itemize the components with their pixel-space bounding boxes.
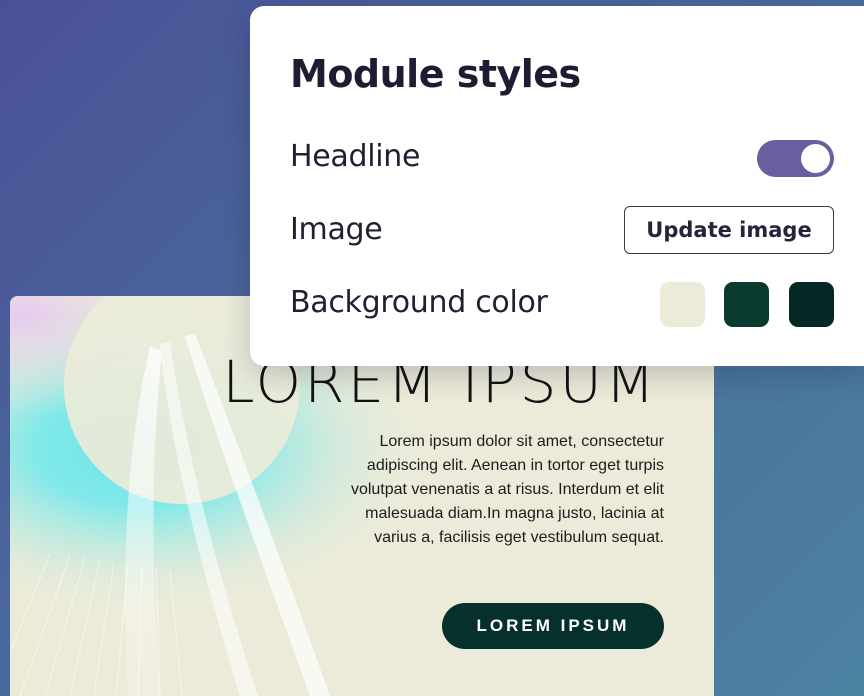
preview-cta-button[interactable]: LOREM IPSUM [442, 603, 664, 649]
update-image-button[interactable]: Update image [624, 206, 834, 254]
color-swatch-darkest-green[interactable] [789, 282, 834, 327]
panel-title: Module styles [290, 52, 581, 96]
image-row-label: Image [290, 212, 383, 247]
toggle-knob [801, 144, 830, 173]
headline-toggle[interactable] [757, 140, 834, 177]
color-swatch-dark-green[interactable] [724, 282, 769, 327]
background-color-row-label: Background color [290, 285, 548, 320]
color-swatch-cream[interactable] [660, 282, 705, 327]
preview-body-text: Lorem ipsum dolor sit amet, consectetur … [350, 433, 664, 546]
headline-row-label: Headline [290, 139, 421, 174]
module-styles-panel: Module styles Headline Image Update imag… [250, 6, 864, 366]
